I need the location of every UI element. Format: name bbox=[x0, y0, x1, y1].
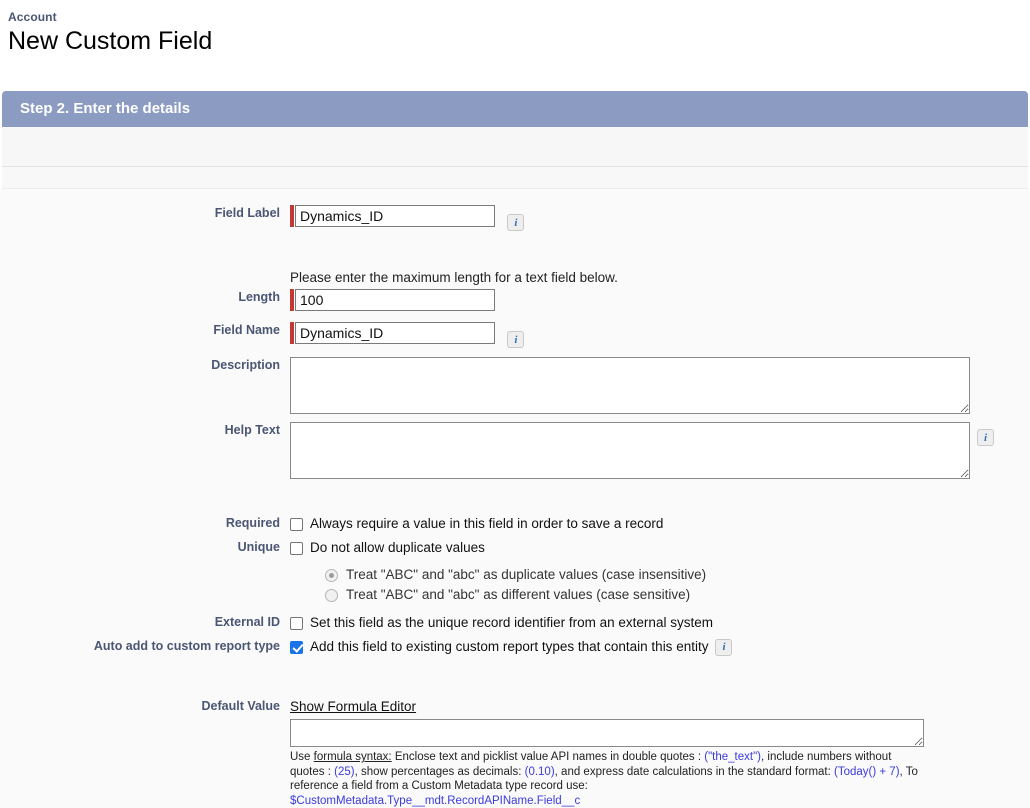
length-input-wrap bbox=[290, 289, 495, 311]
note-example-number: (25) bbox=[334, 765, 355, 778]
field-name-input-wrap bbox=[290, 322, 495, 344]
default-value-textarea[interactable] bbox=[290, 719, 924, 747]
row-required: Required Always require a value in this … bbox=[0, 515, 1030, 533]
note-custom-metadata-reference: $CustomMetadata.Type__mdt.RecordAPIName.… bbox=[290, 794, 581, 807]
row-unique: Unique Do not allow duplicate values Tre… bbox=[0, 539, 1030, 605]
field-label-label: Field Label bbox=[214, 206, 280, 220]
unique-option-case-sensitive[interactable]: Treat "ABC" and "abc" as different value… bbox=[325, 585, 1030, 605]
custom-field-form: Field Label i Please enter the maximum l… bbox=[0, 189, 1030, 808]
unique-checkbox[interactable] bbox=[290, 541, 303, 555]
info-icon-field-label[interactable]: i bbox=[507, 214, 525, 232]
help-text-label: Help Text bbox=[224, 423, 280, 437]
default-value-label: Default Value bbox=[201, 699, 281, 713]
radio-case-sensitive-label: Treat "ABC" and "abc" as different value… bbox=[346, 587, 691, 602]
row-default-value: Default Value Show Formula Editor Use fo… bbox=[0, 698, 1030, 808]
field-name-label: Field Name bbox=[213, 323, 280, 337]
radio-case-insensitive[interactable] bbox=[325, 568, 338, 582]
unique-checkbox-line[interactable]: Do not allow duplicate values bbox=[290, 539, 1030, 557]
length-label: Length bbox=[238, 290, 280, 304]
required-marker bbox=[290, 289, 294, 311]
external-id-checkbox[interactable] bbox=[290, 616, 303, 630]
field-name-input[interactable] bbox=[295, 322, 495, 344]
show-formula-editor-link[interactable]: Show Formula Editor bbox=[290, 699, 416, 714]
field-label-input-wrap bbox=[290, 205, 495, 227]
note-example-text: ("the_text") bbox=[704, 751, 761, 763]
external-id-checkbox-label: Set this field as the unique record iden… bbox=[310, 615, 713, 630]
auto-add-report-checkbox-label: Add this field to existing custom report… bbox=[310, 639, 709, 654]
unique-checkbox-label: Do not allow duplicate values bbox=[310, 540, 485, 555]
step-divider bbox=[2, 167, 1028, 189]
required-checkbox-line[interactable]: Always require a value in this field in … bbox=[290, 515, 1030, 533]
row-length-helper: Please enter the maximum length for a te… bbox=[0, 270, 1030, 289]
page-header: Account New Custom Field bbox=[0, 0, 1030, 56]
formula-syntax-link[interactable]: formula syntax: bbox=[314, 751, 392, 763]
unique-option-case-insensitive[interactable]: Treat "ABC" and "abc" as duplicate value… bbox=[325, 565, 1030, 585]
auto-add-report-checkbox[interactable] bbox=[290, 640, 303, 654]
unique-label: Unique bbox=[237, 540, 280, 554]
auto-add-report-checkbox-line[interactable]: Add this field to existing custom report… bbox=[290, 638, 1030, 656]
help-text-textarea[interactable] bbox=[290, 422, 970, 479]
info-icon-field-name[interactable]: i bbox=[507, 331, 525, 349]
row-description: Description bbox=[0, 357, 1030, 414]
auto-add-report-type-label: Auto add to custom report type bbox=[93, 639, 280, 653]
required-label: Required bbox=[225, 516, 280, 530]
row-help-text: Help Text i bbox=[0, 422, 1030, 479]
note-t4: , show percentages as decimals: bbox=[354, 765, 525, 778]
external-id-checkbox-line[interactable]: Set this field as the unique record iden… bbox=[290, 614, 1030, 632]
row-field-label: Field Label i bbox=[0, 205, 1030, 232]
info-icon-help-text[interactable]: i bbox=[977, 429, 994, 446]
external-id-label: External ID bbox=[214, 615, 280, 629]
note-t5: , and express date calculations in the s… bbox=[554, 765, 835, 778]
row-external-id: External ID Set this field as the unique… bbox=[0, 614, 1030, 632]
description-label: Description bbox=[211, 358, 280, 372]
field-label-input[interactable] bbox=[295, 205, 495, 227]
note-example-percent: (0.10) bbox=[524, 765, 555, 778]
radio-case-insensitive-label: Treat "ABC" and "abc" as duplicate value… bbox=[346, 567, 707, 582]
note-example-date: (Today() + 7) bbox=[834, 765, 900, 778]
info-icon-auto-add-report[interactable]: i bbox=[715, 638, 733, 656]
length-helper-text: Please enter the maximum length for a te… bbox=[290, 270, 618, 285]
row-field-name: Field Name i bbox=[0, 322, 1030, 349]
radio-case-sensitive[interactable] bbox=[325, 588, 338, 602]
required-checkbox[interactable] bbox=[290, 517, 303, 531]
note-t2: Enclose text and picklist value API name… bbox=[391, 751, 705, 763]
required-checkbox-label: Always require a value in this field in … bbox=[310, 516, 664, 531]
step-section: Step 2. Enter the details bbox=[0, 91, 1030, 189]
formula-syntax-note: Use formula syntax: Enclose text and pic… bbox=[290, 750, 924, 808]
note-t1: Use bbox=[290, 751, 314, 763]
page-title: New Custom Field bbox=[8, 27, 213, 55]
length-input[interactable] bbox=[295, 289, 495, 311]
step-subbar bbox=[2, 127, 1028, 167]
row-auto-add-report-type: Auto add to custom report type Add this … bbox=[0, 638, 1030, 656]
description-textarea[interactable] bbox=[290, 357, 970, 414]
step-banner-title: Step 2. Enter the details bbox=[2, 91, 1028, 127]
breadcrumb-object-name: Account bbox=[8, 10, 57, 24]
row-length: Length bbox=[0, 289, 1030, 316]
required-marker bbox=[290, 322, 294, 344]
unique-options-group: Treat "ABC" and "abc" as duplicate value… bbox=[325, 565, 1030, 605]
required-marker bbox=[290, 205, 294, 227]
